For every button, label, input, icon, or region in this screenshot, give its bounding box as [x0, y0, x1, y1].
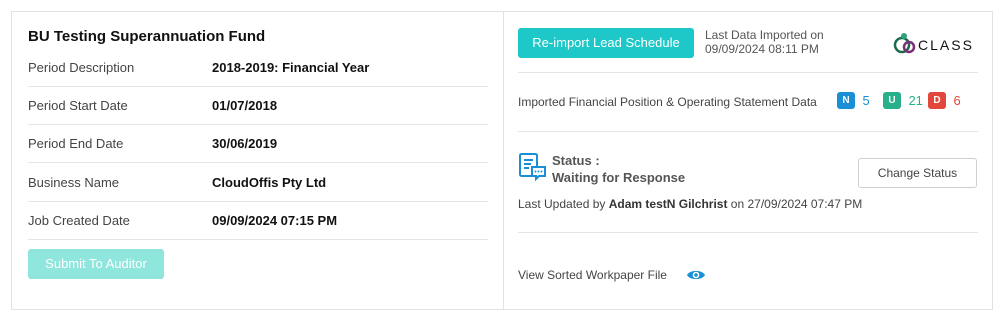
deleted-badge: D — [928, 92, 946, 110]
divider — [518, 232, 978, 233]
detail-label: Period Start Date — [28, 98, 128, 113]
class-logo-icon — [893, 33, 916, 54]
deleted-count: 6 — [953, 93, 961, 109]
detail-label: Period Description — [28, 60, 135, 75]
new-count: 5 — [862, 93, 870, 109]
detail-label: Job Created Date — [28, 213, 130, 228]
detail-value: 2018-2019: Financial Year — [212, 60, 370, 75]
import-status-panel: Re-import Lead Schedule Last Data Import… — [504, 12, 992, 309]
status-label: Status : — [552, 153, 600, 168]
new-badge: N — [837, 92, 855, 110]
submit-to-auditor-button[interactable]: Submit To Auditor — [28, 249, 164, 279]
last-updated-suffix: on 27/09/2024 07:47 PM — [730, 197, 863, 211]
view-sorted-workpaper-link[interactable]: View Sorted Workpaper File — [518, 268, 667, 282]
detail-value: CloudOffis Pty Ltd — [212, 175, 327, 190]
detail-row-business-name: Business Name CloudOffis Pty Ltd — [28, 164, 488, 202]
count-new: N 5 — [837, 92, 870, 110]
status-document-chat-icon — [519, 153, 546, 182]
last-updated-user: Adam testN Gilchrist — [608, 197, 728, 211]
detail-label: Period End Date — [28, 136, 124, 151]
change-status-button[interactable]: Change Status — [858, 158, 977, 188]
count-updated: U 21 — [883, 92, 923, 110]
detail-row-period-start: Period Start Date 01/07/2018 — [28, 87, 488, 125]
last-import-value: 09/09/2024 08:11 PM — [705, 42, 819, 56]
fund-title: BU Testing Superannuation Fund — [28, 28, 266, 45]
status-value: Waiting for Response — [552, 170, 686, 185]
last-data-imported: Last Data Imported on 09/09/2024 08:11 P… — [705, 28, 824, 56]
detail-value: 01/07/2018 — [212, 98, 278, 113]
divider — [518, 131, 978, 132]
fund-details-panel: BU Testing Superannuation Fund Period De… — [12, 12, 503, 309]
detail-row-period-end: Period End Date 30/06/2019 — [28, 125, 488, 163]
imported-data-label: Imported Financial Position & Operating … — [518, 95, 817, 109]
eye-icon[interactable] — [686, 268, 706, 282]
class-logo-text: CLASS — [918, 37, 974, 53]
last-import-label: Last Data Imported on — [705, 28, 824, 42]
detail-row-period-description: Period Description 2018-2019: Financial … — [28, 49, 488, 87]
last-updated-prefix: Last Updated by — [518, 197, 606, 211]
detail-value: 30/06/2019 — [212, 136, 278, 151]
detail-row-job-created: Job Created Date 09/09/2024 07:15 PM — [28, 202, 488, 240]
count-deleted: D 6 — [928, 92, 961, 110]
last-updated: Last Updated by Adam testN Gilchrist on … — [518, 197, 862, 211]
updated-badge: U — [883, 92, 901, 110]
job-summary-card: BU Testing Superannuation Fund Period De… — [11, 11, 993, 310]
updated-count: 21 — [908, 93, 923, 109]
class-logo: CLASS — [890, 30, 980, 56]
divider — [518, 72, 978, 73]
reimport-lead-schedule-button[interactable]: Re-import Lead Schedule — [518, 28, 694, 58]
detail-value: 09/09/2024 07:15 PM — [212, 213, 338, 228]
detail-label: Business Name — [28, 175, 120, 190]
